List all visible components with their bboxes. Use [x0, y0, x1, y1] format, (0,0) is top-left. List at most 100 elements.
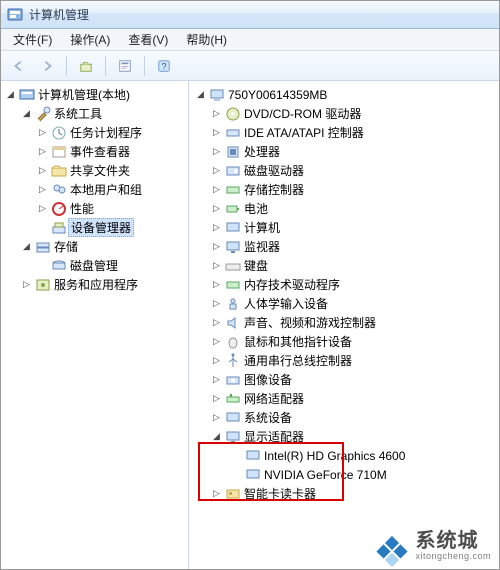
tree-task-scheduler[interactable]: ▷任务计划程序 [1, 123, 188, 142]
services-icon [35, 277, 51, 293]
tree-performance[interactable]: ▷性能 [1, 199, 188, 218]
ide-icon [225, 125, 241, 141]
sound-icon [225, 315, 241, 331]
expand-icon[interactable]: ▷ [211, 488, 222, 499]
tree-root-label: 计算机管理(本地) [38, 86, 130, 103]
dev-smartcard[interactable]: ▷智能卡读卡器 [189, 484, 499, 503]
dev-ide[interactable]: ▷IDE ATA/ATAPI 控制器 [189, 123, 499, 142]
dev-memtech[interactable]: ▷内存技术驱动程序 [189, 275, 499, 294]
dev-computer[interactable]: ▷计算机 [189, 218, 499, 237]
watermark-url: xitongcheng.com [415, 551, 491, 561]
watermark-logo-icon [385, 535, 399, 549]
users-icon [51, 182, 67, 198]
help-button[interactable]: ? [152, 55, 176, 77]
dev-usb[interactable]: ▷通用串行总线控制器 [189, 351, 499, 370]
expand-icon[interactable]: ▷ [37, 165, 48, 176]
battery-icon [225, 201, 241, 217]
watermark-brand: 系统城 [415, 530, 478, 552]
menu-action[interactable]: 操作(A) [62, 29, 118, 50]
tree-devmgr-label: 设备管理器 [68, 218, 134, 237]
gpu-icon [245, 467, 261, 483]
expand-icon[interactable]: ▷ [37, 127, 48, 138]
window-title: 计算机管理 [29, 6, 89, 23]
forward-button[interactable] [35, 55, 59, 77]
dev-display[interactable]: ◢显示适配器 [189, 427, 499, 446]
tree-disk-mgmt[interactable]: 磁盘管理 [1, 256, 188, 275]
expand-icon[interactable]: ▷ [21, 279, 32, 290]
tree-shared-folders[interactable]: ▷共享文件夹 [1, 161, 188, 180]
dev-dvd[interactable]: ▷DVD/CD-ROM 驱动器 [189, 104, 499, 123]
titlebar: 计算机管理 [1, 1, 499, 29]
dev-gpu-nvidia[interactable]: NVIDIA GeForce 710M [189, 465, 499, 484]
menubar: 文件(F) 操作(A) 查看(V) 帮助(H) [1, 29, 499, 51]
devmgr-icon [51, 220, 67, 236]
dev-imaging[interactable]: ▷图像设备 [189, 370, 499, 389]
expand-icon[interactable]: ▷ [37, 146, 48, 157]
tree-services-apps[interactable]: ▷ 服务和应用程序 [1, 275, 188, 294]
tree-storage[interactable]: ◢ 存储 [1, 237, 188, 256]
device-root[interactable]: ◢ 750Y00614359MB [189, 85, 499, 104]
dev-gpu-intel[interactable]: Intel(R) HD Graphics 4600 [189, 446, 499, 465]
expand-icon[interactable]: ▷ [211, 127, 222, 138]
keyboard-icon [225, 258, 241, 274]
expand-icon[interactable]: ▷ [211, 203, 222, 214]
dev-monitor[interactable]: ▷监视器 [189, 237, 499, 256]
dev-hid[interactable]: ▷人体学输入设备 [189, 294, 499, 313]
expand-icon[interactable]: ▷ [211, 336, 222, 347]
disk-icon [51, 258, 67, 274]
dev-system[interactable]: ▷系统设备 [189, 408, 499, 427]
menu-view[interactable]: 查看(V) [120, 29, 176, 50]
dev-network[interactable]: ▷网络适配器 [189, 389, 499, 408]
computer-mgmt-icon [19, 87, 35, 103]
collapse-icon[interactable]: ◢ [211, 431, 222, 442]
device-tree[interactable]: ◢ 750Y00614359MB ▷DVD/CD-ROM 驱动器 ▷IDE AT… [189, 81, 499, 569]
dev-disk[interactable]: ▷磁盘驱动器 [189, 161, 499, 180]
expand-icon[interactable]: ▷ [211, 184, 222, 195]
computer-icon [209, 87, 225, 103]
collapse-icon[interactable]: ◢ [21, 241, 32, 252]
dev-storage-ctrl[interactable]: ▷存储控制器 [189, 180, 499, 199]
expand-icon[interactable]: ▷ [211, 165, 222, 176]
menu-file[interactable]: 文件(F) [5, 29, 60, 50]
expand-icon[interactable]: ▷ [211, 241, 222, 252]
tree-systools[interactable]: ◢ 系统工具 [1, 104, 188, 123]
tree-event-viewer[interactable]: ▷事件查看器 [1, 142, 188, 161]
expand-icon[interactable]: ▷ [37, 184, 48, 195]
monitor-icon [225, 239, 241, 255]
dev-battery[interactable]: ▷电池 [189, 199, 499, 218]
mouse-icon [225, 334, 241, 350]
dev-keyboard[interactable]: ▷键盘 [189, 256, 499, 275]
expand-icon[interactable]: ▷ [37, 203, 48, 214]
expand-icon[interactable]: ▷ [211, 298, 222, 309]
dev-cpu[interactable]: ▷处理器 [189, 142, 499, 161]
up-button[interactable] [74, 55, 98, 77]
expand-icon[interactable]: ▷ [211, 393, 222, 404]
clock-icon [51, 125, 67, 141]
expand-icon[interactable]: ▷ [211, 317, 222, 328]
collapse-icon[interactable]: ◢ [195, 89, 206, 100]
expand-icon[interactable]: ▷ [211, 355, 222, 366]
expand-icon[interactable]: ▷ [211, 260, 222, 271]
display-adapter-icon [225, 429, 241, 445]
tree-local-users[interactable]: ▷本地用户和组 [1, 180, 188, 199]
tree-device-manager[interactable]: 设备管理器 [1, 218, 188, 237]
collapse-icon[interactable]: ◢ [21, 108, 32, 119]
expand-icon[interactable]: ▷ [211, 108, 222, 119]
back-button[interactable] [7, 55, 31, 77]
watermark: 系统城 xitongcheng.com [387, 524, 491, 561]
network-icon [225, 391, 241, 407]
dev-mouse[interactable]: ▷鼠标和其他指针设备 [189, 332, 499, 351]
hid-icon [225, 296, 241, 312]
expand-icon[interactable]: ▷ [211, 146, 222, 157]
console-tree[interactable]: ◢ 计算机管理(本地) ◢ 系统工具 ▷任务计划程序 ▷事件查看器 [1, 81, 189, 569]
content-area: ◢ 计算机管理(本地) ◢ 系统工具 ▷任务计划程序 ▷事件查看器 [1, 81, 499, 569]
expand-icon[interactable]: ▷ [211, 374, 222, 385]
collapse-icon[interactable]: ◢ [5, 89, 16, 100]
dev-sound[interactable]: ▷声音、视频和游戏控制器 [189, 313, 499, 332]
expand-icon[interactable]: ▷ [211, 412, 222, 423]
properties-button[interactable] [113, 55, 137, 77]
expand-icon[interactable]: ▷ [211, 279, 222, 290]
menu-help[interactable]: 帮助(H) [178, 29, 235, 50]
tree-root[interactable]: ◢ 计算机管理(本地) [1, 85, 188, 104]
expand-icon[interactable]: ▷ [211, 222, 222, 233]
